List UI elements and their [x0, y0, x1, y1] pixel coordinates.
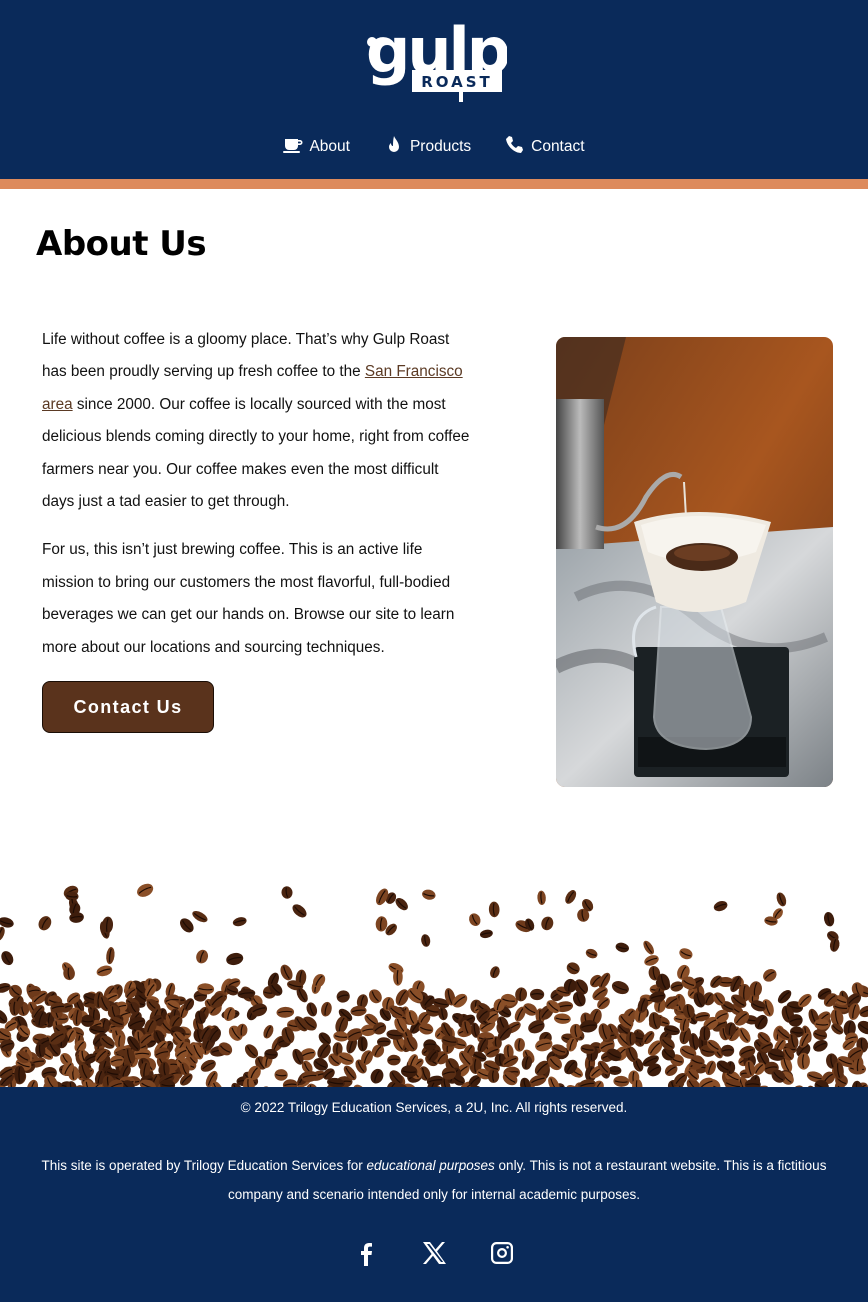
disclaimer-emphasis: educational purposes — [366, 1158, 495, 1173]
instagram-icon[interactable] — [489, 1240, 515, 1266]
social-links — [0, 1240, 868, 1266]
header-accent-bar — [0, 179, 868, 189]
phone-icon — [505, 135, 525, 159]
site-footer: © 2022 Trilogy Education Services, a 2U,… — [0, 1087, 868, 1302]
coffee-cup-icon — [283, 136, 303, 159]
flame-drop-icon — [384, 135, 404, 159]
nav-about[interactable]: About — [283, 134, 350, 160]
about-paragraph-1: Life without coffee is a gloomy place. T… — [42, 324, 470, 518]
copyright-text: © 2022 Trilogy Education Services, a 2U,… — [240, 1100, 628, 1115]
nav-about-label: About — [309, 138, 350, 155]
nav-products-label: Products — [409, 138, 472, 155]
disclaimer-text: This site is operated by Trilogy Educati… — [20, 1151, 848, 1209]
facebook-icon[interactable] — [353, 1240, 379, 1266]
x-twitter-icon[interactable] — [421, 1240, 447, 1266]
nav-products[interactable]: Products — [384, 134, 471, 160]
about-paragraph-2: For us, this isn’t just brewing coffee. … — [42, 541, 455, 656]
page-title: About Us — [36, 224, 207, 264]
pour-over-coffee-photo — [556, 337, 833, 787]
site-header: gulp ROAST About Products Contact — [0, 0, 868, 179]
logo-subtext: ROAST — [421, 73, 493, 91]
gulp-roast-logo[interactable]: gulp ROAST — [362, 14, 512, 106]
main-nav: About Products Contact — [0, 134, 868, 160]
about-text: Life without coffee is a gloomy place. T… — [42, 324, 470, 680]
nav-contact-label: Contact — [531, 138, 585, 155]
disclaimer-start: This site is operated by Trilogy Educati… — [41, 1158, 367, 1173]
coffee-beans-banner — [0, 880, 868, 1088]
contact-us-button[interactable]: Contact Us — [42, 681, 214, 733]
paragraph-1-text-end: since 2000. Our coffee is locally source… — [42, 395, 470, 511]
nav-contact[interactable]: Contact — [505, 134, 585, 160]
